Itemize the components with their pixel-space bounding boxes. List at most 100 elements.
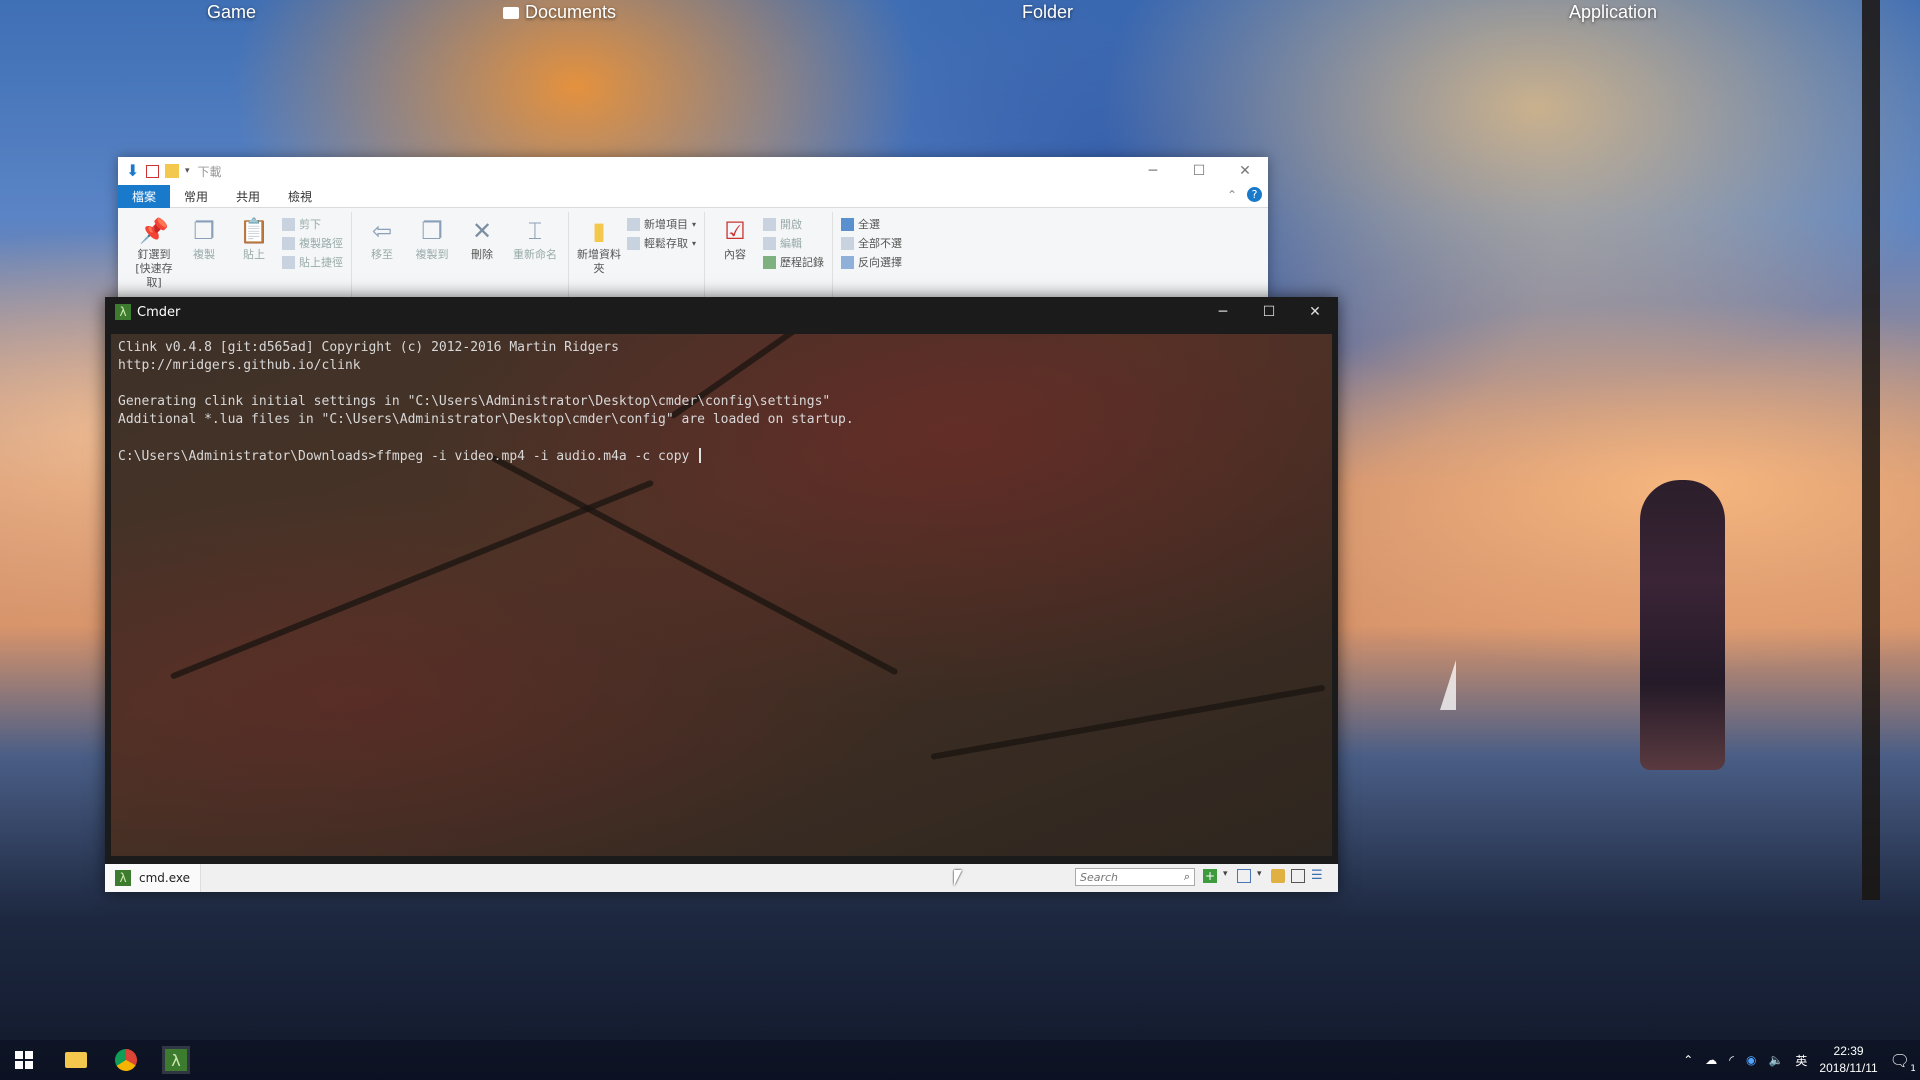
file-explorer-taskbar-icon[interactable] — [62, 1046, 90, 1074]
panel-toggle-icon[interactable] — [1291, 869, 1305, 883]
ribbon-group-clipboard: 📌 釘選到 [快速存取] ❐ 複製 📋 貼上 剪下 複製路徑 貼上捷徑 — [124, 212, 352, 305]
cmder-taskbar-icon[interactable]: λ — [162, 1046, 190, 1074]
copy-path-button[interactable]: 複製路徑 — [282, 235, 343, 251]
mouse-cursor-icon — [954, 870, 962, 886]
properties-button[interactable]: ☑ 內容 — [713, 212, 757, 305]
new-item-label: 新增項目 — [644, 218, 688, 231]
copy-button[interactable]: ❐ 複製 — [182, 212, 226, 305]
search-icon: ⌕ — [1183, 870, 1190, 883]
paste-button[interactable]: 📋 貼上 — [232, 212, 276, 305]
clock[interactable]: 22:39 2018/11/11 — [1819, 1043, 1877, 1077]
copy-to-button[interactable]: ❐ 複製到 — [410, 212, 454, 305]
easy-access-button[interactable]: 輕鬆存取 ▾ — [627, 235, 696, 251]
edit-button[interactable]: 編輯 — [763, 235, 824, 251]
history-label: 歷程記錄 — [780, 256, 825, 269]
minimize-button[interactable]: ─ — [1130, 157, 1176, 185]
rename-button[interactable]: ⌶ 重新命名 — [510, 212, 560, 305]
console-bg-branch — [169, 479, 655, 680]
split-view-icon[interactable] — [1237, 869, 1251, 883]
open-small-buttons: 開啟 編輯 歷程記錄 — [763, 212, 824, 305]
invert-selection-button[interactable]: 反向選擇 — [841, 254, 902, 270]
move-to-button[interactable]: ⇦ 移至 — [360, 212, 404, 305]
new-folder-button[interactable]: ▮ 新增資料夾 — [577, 212, 621, 305]
new-console-icon[interactable]: + — [1203, 869, 1217, 883]
new-item-button[interactable]: 新增項目 ▾ — [627, 216, 696, 232]
wallpaper-sailboat — [1440, 660, 1456, 710]
tab-file[interactable]: 檔案 — [118, 184, 171, 208]
desktop-label-documents[interactable]: Documents — [503, 2, 616, 23]
clock-date: 2018/11/11 — [1819, 1061, 1878, 1075]
text-cursor — [699, 448, 702, 463]
ribbon-group-select: 全選 全部不選 反向選擇 — [833, 212, 910, 305]
console-line: Clink v0.4.8 [git:d565ad] Copyright (c) … — [118, 340, 619, 355]
ribbon-group-open: ☑ 內容 開啟 編輯 歷程記錄 — [705, 212, 834, 305]
paste-shortcut-button[interactable]: 貼上捷徑 — [282, 254, 343, 270]
close-button[interactable]: ✕ — [1222, 157, 1268, 185]
chevron-up-icon[interactable]: ⌃ — [1683, 1053, 1693, 1067]
file-explorer-window: ⬇ ▾ 下載 ─ ☐ ✕ 檔案 常用 共用 檢視 ⌃ ? 📌 釘選到 [快速存取… — [118, 157, 1268, 309]
console-tab[interactable]: λ cmd.exe — [105, 864, 202, 892]
onedrive-icon[interactable]: ☁ — [1705, 1053, 1717, 1067]
console-bg-branch — [489, 454, 899, 676]
cmder-titlebar[interactable]: λ Cmder ─ ☐ ✕ — [105, 297, 1338, 327]
desktop-label-application[interactable]: Application — [1569, 2, 1657, 23]
search-input[interactable]: Search ⌕ — [1075, 868, 1195, 886]
notification-center-icon[interactable]: 🗨 1 — [1890, 1051, 1916, 1074]
properties-label: 內容 — [724, 248, 747, 261]
menu-icon[interactable]: ☰ — [1311, 869, 1325, 883]
tab-home[interactable]: 常用 — [170, 185, 222, 208]
pin-icon: 📌 — [139, 217, 169, 245]
ribbon-group-new: ▮ 新增資料夾 新增項目 ▾ 輕鬆存取 ▾ — [569, 212, 706, 305]
collapse-ribbon-icon[interactable]: ⌃ — [1227, 188, 1237, 202]
chevron-down-icon[interactable]: ▾ — [1257, 869, 1265, 883]
windows-start-icon[interactable] — [10, 1046, 38, 1074]
quick-access-toolbar: ⬇ ▾ — [126, 163, 190, 179]
maximize-button[interactable]: ☐ — [1176, 157, 1222, 185]
pin-quick-access-button[interactable]: 📌 釘選到 [快速存取] — [132, 212, 176, 305]
delete-button[interactable]: ✕ 刪除 — [460, 212, 504, 305]
select-all-icon — [841, 217, 855, 231]
open-label: 開啟 — [780, 218, 803, 231]
wifi-icon[interactable]: ◜ — [1729, 1053, 1734, 1067]
chevron-down-icon[interactable]: ▾ — [1223, 869, 1231, 883]
cut-button[interactable]: 剪下 — [282, 216, 343, 232]
chrome-taskbar-icon[interactable] — [112, 1046, 140, 1074]
open-button[interactable]: 開啟 — [763, 216, 824, 232]
customize-dropdown-icon[interactable]: ▾ — [185, 166, 190, 176]
pin-label: 釘選到 [快速存取] — [135, 248, 173, 289]
desktop-label-folder[interactable]: Folder — [1022, 2, 1073, 23]
network-globe-icon[interactable]: ◉ — [1746, 1053, 1756, 1067]
explorer-titlebar[interactable]: ⬇ ▾ 下載 ─ ☐ ✕ — [118, 157, 1268, 185]
desktop-label-game[interactable]: Game — [207, 2, 256, 23]
ime-indicator[interactable]: 英 — [1795, 1052, 1807, 1069]
cmder-toolbar: + ▾ ▾ ☰ — [1203, 869, 1325, 883]
select-all-button[interactable]: 全選 — [841, 216, 902, 232]
properties-check-large-icon: ☑ — [724, 217, 746, 245]
lock-icon[interactable] — [1271, 869, 1285, 883]
chevron-down-icon: ▾ — [692, 238, 697, 248]
minimize-button[interactable]: ─ — [1200, 297, 1246, 327]
help-icon[interactable]: ? — [1247, 187, 1262, 202]
console-line: http://mridgers.github.io/clink — [118, 358, 361, 373]
tab-share[interactable]: 共用 — [222, 185, 274, 208]
properties-check-icon[interactable] — [146, 164, 159, 178]
invert-selection-label: 反向選擇 — [858, 256, 903, 269]
volume-icon[interactable]: 🔈 — [1768, 1053, 1783, 1067]
search-placeholder: Search — [1080, 870, 1119, 884]
edit-label: 編輯 — [780, 237, 803, 250]
tab-view[interactable]: 檢視 — [274, 185, 326, 208]
console-line: Generating clink initial settings in "C:… — [118, 394, 831, 409]
history-button[interactable]: 歷程記錄 — [763, 254, 824, 270]
select-none-button[interactable]: 全部不選 — [841, 235, 902, 251]
new-folder-icon[interactable] — [165, 164, 179, 178]
easy-access-icon — [627, 236, 640, 250]
close-button[interactable]: ✕ — [1292, 297, 1338, 327]
console-prompt-line[interactable]: C:\Users\Administrator\Downloads>ffmpeg … — [118, 448, 702, 464]
system-tray: ⌃ ☁ ◜ ◉ 🔈 英 22:39 2018/11/11 🗨 1 — [1683, 1040, 1916, 1080]
cmder-title: Cmder — [137, 304, 181, 320]
move-to-label: 移至 — [371, 248, 393, 261]
maximize-button[interactable]: ☐ — [1246, 297, 1292, 327]
ribbon-tabs: 檔案 常用 共用 檢視 ⌃ ? — [118, 184, 1268, 208]
download-arrow-icon[interactable]: ⬇ — [126, 163, 140, 179]
console-area[interactable]: Clink v0.4.8 [git:d565ad] Copyright (c) … — [111, 334, 1332, 856]
